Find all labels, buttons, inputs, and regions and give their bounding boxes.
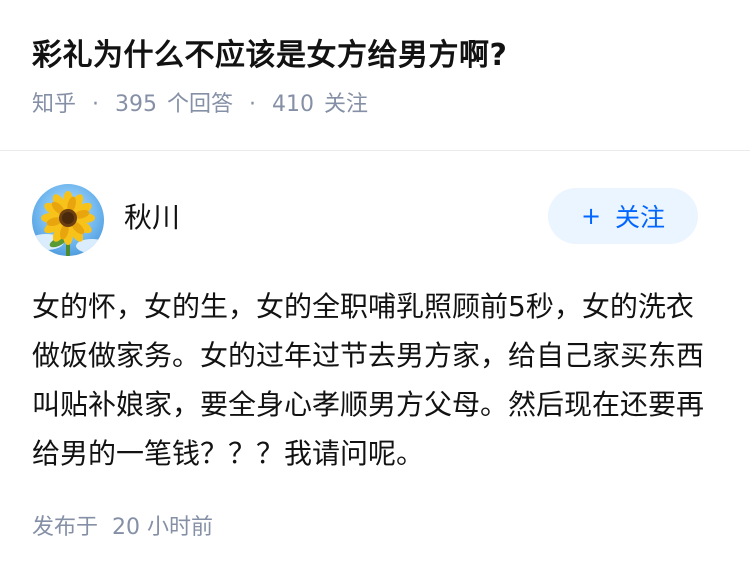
follow-button-label: 关注	[615, 203, 666, 232]
author-name[interactable]: 秋川	[124, 196, 548, 236]
question-title[interactable]: 彩礼为什么不应该是女方给男方啊?	[32, 28, 718, 84]
source-label[interactable]: 知乎	[32, 86, 76, 124]
meta-separator: ·	[249, 92, 257, 117]
sunflower-avatar-icon[interactable]	[32, 184, 104, 256]
author-row: 秋川 + 关注	[32, 183, 698, 257]
section-divider	[0, 150, 750, 151]
answer-count-label: 个回答	[167, 92, 234, 117]
answer-count: 395	[115, 92, 158, 117]
follow-button[interactable]: + 关注	[548, 188, 698, 244]
publish-info: 发布于 20 小时前	[32, 509, 213, 547]
follower-count-label: 关注	[324, 92, 369, 117]
question-header: 彩礼为什么不应该是女方给男方啊? 知乎 · 395 个回答 · 410 关注	[32, 28, 718, 124]
meta-separator: ·	[92, 92, 100, 117]
answer-content: 女的怀，女的生，女的全职哺乳照顾前5秒，女的洗衣做饭做家务。女的过年过节去男方家…	[32, 290, 705, 470]
publish-time: 20 小时前	[112, 515, 214, 540]
follower-count: 410	[272, 92, 315, 117]
question-meta: 知乎 · 395 个回答 · 410 关注	[32, 86, 718, 124]
plus-icon: +	[580, 202, 602, 230]
publish-label: 发布于	[32, 515, 99, 540]
